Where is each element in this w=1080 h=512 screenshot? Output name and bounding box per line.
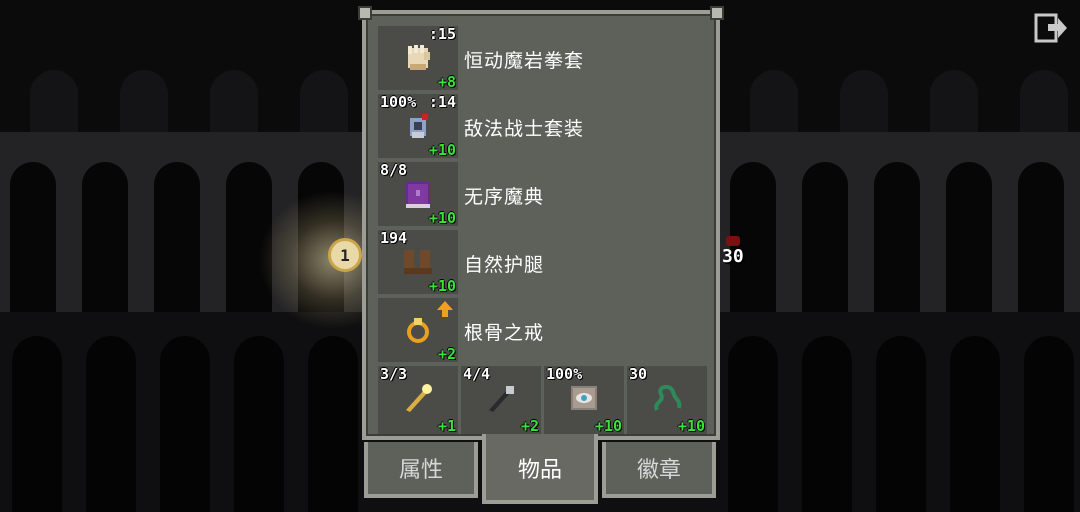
armor-icon bbox=[410, 114, 428, 138]
boots-icon bbox=[404, 250, 432, 274]
hero-level-badge[interactable]: 1 bbox=[328, 238, 362, 272]
item-slot[interactable]: :15 +8 bbox=[378, 26, 458, 90]
gauntlet-icon bbox=[408, 45, 430, 70]
item-charge-counter: 194 bbox=[380, 229, 408, 247]
item-upgrade-level: +10 bbox=[594, 417, 622, 435]
item-name: 自然护腿 bbox=[464, 254, 545, 276]
inventory-window: :15 +8 恒动魔岩拳套 100% :14 +10 敌法战士套装 8/8 +1… bbox=[358, 6, 724, 440]
item-strength-requirement: :14 bbox=[428, 93, 456, 111]
item-upgrade-level: +10 bbox=[677, 417, 705, 435]
item-durability: 100% bbox=[380, 93, 417, 111]
enemy-level-label: 30 bbox=[722, 246, 744, 267]
tab-label: 属性 bbox=[398, 458, 443, 483]
exit-icon[interactable] bbox=[1034, 12, 1068, 44]
quickslot-wand-2[interactable]: 4/4 +2 bbox=[461, 366, 541, 434]
item-upgrade-level: +2 bbox=[437, 345, 456, 363]
chain-icon bbox=[654, 385, 682, 411]
equipped-items-list: :15 +8 恒动魔岩拳套 100% :14 +10 敌法战士套装 8/8 +1… bbox=[378, 24, 708, 364]
item-upgrade-level: +10 bbox=[428, 209, 456, 227]
item-charges: 30 bbox=[629, 365, 648, 383]
tab-label: 徽章 bbox=[636, 458, 681, 483]
item-name: 恒动魔岩拳套 bbox=[464, 50, 585, 72]
item-charges: 8/8 bbox=[380, 161, 408, 179]
item-upgrade-level: +10 bbox=[428, 141, 456, 159]
item-upgrade-level: +1 bbox=[437, 417, 456, 435]
quickslot-wand-1[interactable]: 3/3 +1 bbox=[378, 366, 458, 434]
equipment-row-gloves[interactable]: :15 +8 恒动魔岩拳套 bbox=[378, 24, 708, 92]
item-name: 敌法战士套装 bbox=[464, 118, 585, 140]
window-corner bbox=[710, 6, 724, 20]
tome-icon bbox=[406, 182, 430, 208]
equipment-row-armor[interactable]: 100% :14 +10 敌法战士套装 bbox=[378, 92, 708, 160]
tab-attributes[interactable]: 属性 bbox=[364, 442, 478, 498]
tab-badges[interactable]: 徽章 bbox=[602, 442, 716, 498]
item-upgrade-level: +10 bbox=[428, 277, 456, 295]
item-slot[interactable]: 8/8 +10 bbox=[378, 162, 458, 226]
tab-label: 物品 bbox=[517, 458, 562, 483]
quickslot-chains[interactable]: 30 +10 bbox=[627, 366, 707, 434]
item-upgrade-level: +8 bbox=[437, 73, 456, 91]
artifact-eye-icon bbox=[571, 386, 597, 410]
item-name: 根骨之戒 bbox=[464, 322, 545, 344]
ring-icon bbox=[407, 318, 429, 343]
equipment-row-boots[interactable]: 194 +10 自然护腿 bbox=[378, 228, 708, 296]
equipment-row-ring[interactable]: +2 根骨之戒 bbox=[378, 296, 708, 364]
item-slot[interactable]: 194 +10 bbox=[378, 230, 458, 294]
item-charge-percent: 100% bbox=[546, 365, 583, 383]
wand-gold-icon bbox=[406, 384, 432, 412]
tab-items[interactable]: 物品 bbox=[482, 434, 598, 504]
item-name: 无序魔典 bbox=[464, 186, 545, 208]
item-upgrade-level: +2 bbox=[520, 417, 539, 435]
item-slot[interactable]: +2 bbox=[378, 298, 458, 362]
enemy-sprite[interactable] bbox=[726, 236, 740, 246]
item-charges: 4/4 bbox=[463, 365, 491, 383]
item-strength-requirement: :15 bbox=[428, 25, 456, 43]
wand-dark-icon bbox=[489, 386, 514, 412]
item-slot[interactable]: 100% :14 +10 bbox=[378, 94, 458, 158]
upgrade-arrow-icon bbox=[437, 301, 453, 317]
quickslot-artifact[interactable]: 100% +10 bbox=[544, 366, 624, 434]
window-corner bbox=[358, 6, 372, 20]
equipment-row-tome[interactable]: 8/8 +10 无序魔典 bbox=[378, 160, 708, 228]
item-charges: 3/3 bbox=[380, 365, 408, 383]
misc-item-slots: 3/3 +1 4/4 +2 100% +10 30 +10 bbox=[378, 366, 708, 436]
